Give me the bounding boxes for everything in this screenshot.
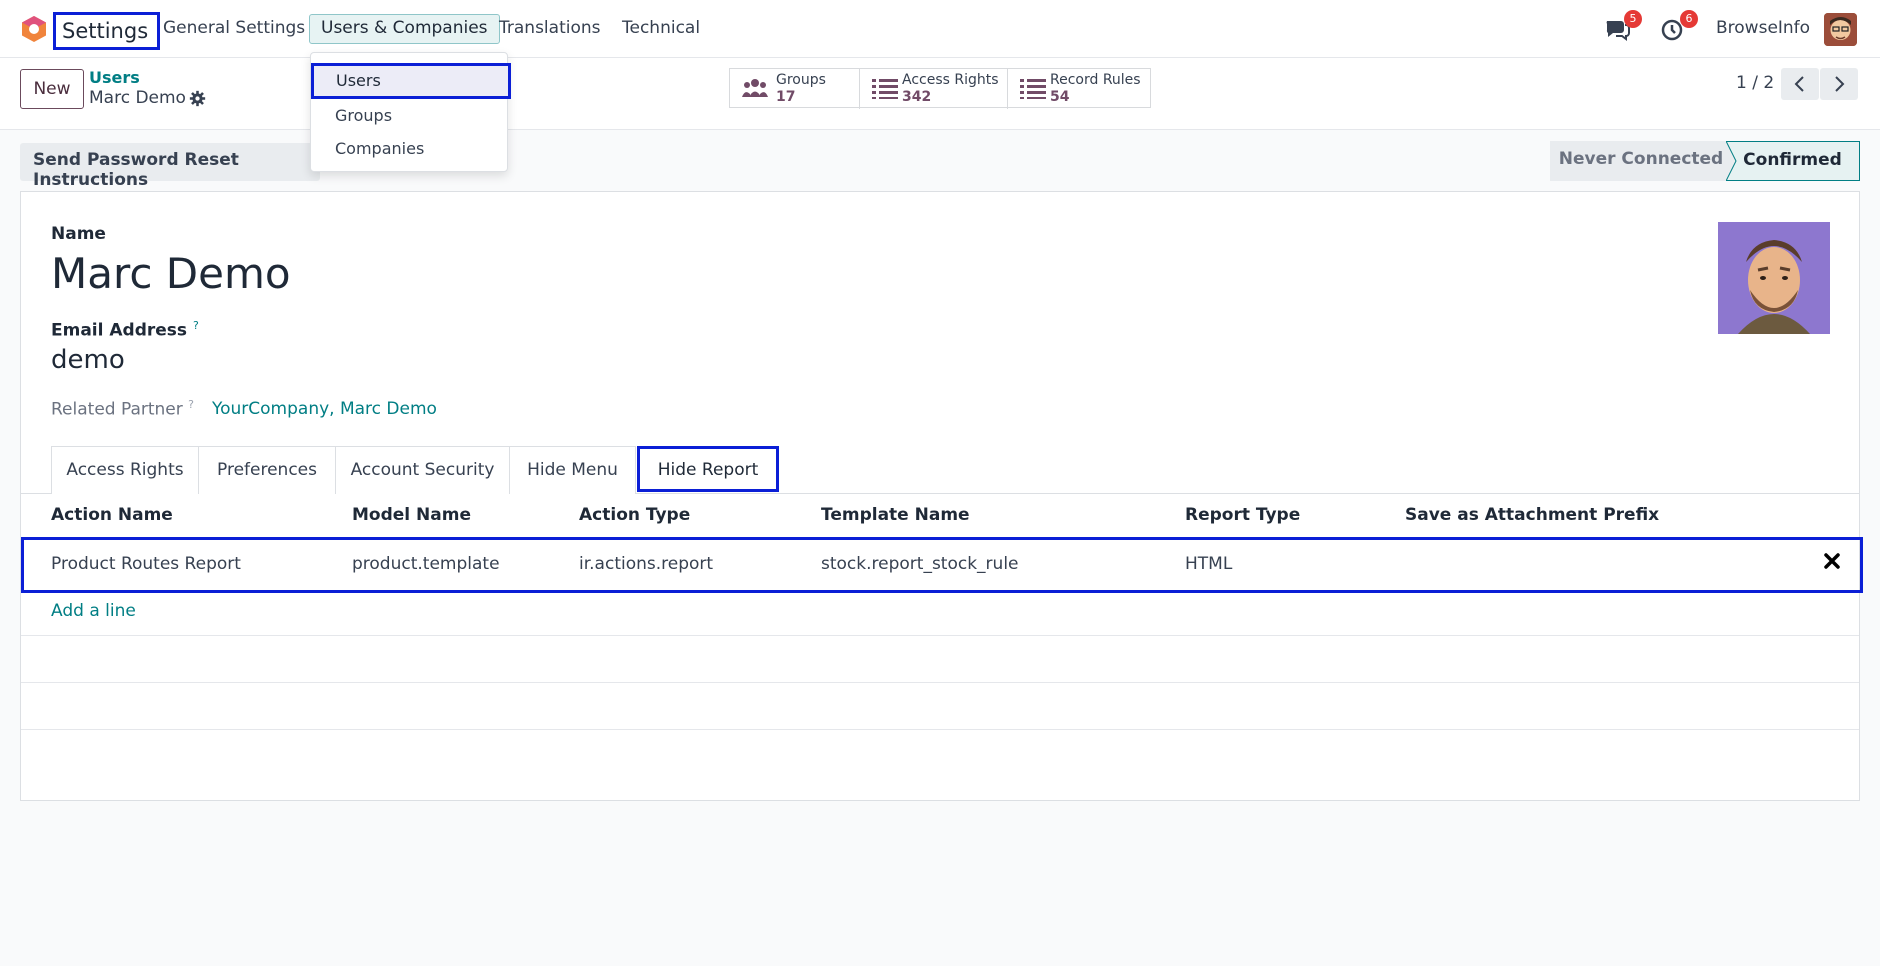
- help-icon[interactable]: ?: [188, 398, 194, 411]
- status-bar: Never Connected Confirmed: [1550, 141, 1860, 181]
- activities-badge: 6: [1680, 10, 1698, 28]
- column-header[interactable]: Save as Attachment Prefix: [1405, 505, 1659, 525]
- user-avatar-icon: [1824, 13, 1857, 46]
- smart-button-access-rights[interactable]: Access Rights 342: [860, 69, 1007, 109]
- pager-next-button[interactable]: [1820, 68, 1858, 100]
- tab-account-security[interactable]: Account Security: [336, 446, 510, 494]
- stage-confirmed[interactable]: Confirmed: [1726, 141, 1860, 181]
- menu-general-settings[interactable]: General Settings: [151, 14, 317, 44]
- users-companies-dropdown: Users Groups Companies: [310, 52, 511, 172]
- activities-button[interactable]: 6: [1660, 10, 1698, 42]
- smart-button-groups[interactable]: Groups 17: [730, 69, 859, 109]
- smart-button-label: Groups: [776, 72, 826, 88]
- smart-buttons: Groups 17 Access Rights 342 Record Rules…: [729, 68, 1152, 109]
- email-label-text: Email Address: [51, 320, 188, 341]
- user-photo-avatar-icon: [1718, 222, 1830, 334]
- chevron-left-icon: [1794, 76, 1804, 92]
- list-icon: [872, 79, 898, 99]
- company-switcher[interactable]: BrowseInfo: [1716, 18, 1810, 38]
- form-sheet: Name Marc Demo Email Address ? demo Rela…: [20, 191, 1863, 801]
- column-header[interactable]: Action Type: [579, 505, 690, 525]
- top-navbar: Settings General Settings Users & Compan…: [0, 0, 1880, 58]
- user-avatar[interactable]: [1824, 13, 1857, 46]
- table-cell[interactable]: stock.report_stock_rule: [821, 554, 1019, 574]
- smart-button-label: Access Rights: [902, 72, 999, 88]
- email-label: Email Address ?: [51, 319, 199, 341]
- help-icon[interactable]: ?: [193, 319, 199, 332]
- new-button[interactable]: New: [20, 69, 84, 109]
- dropdown-item-companies[interactable]: Companies: [311, 133, 507, 163]
- table-cell[interactable]: product.template: [352, 554, 500, 574]
- menu-translations[interactable]: Translations: [487, 14, 613, 44]
- tab-hide-report[interactable]: Hide Report: [637, 446, 779, 492]
- menu-technical[interactable]: Technical: [610, 14, 712, 44]
- dropdown-item-users[interactable]: Users: [311, 63, 511, 99]
- smart-button-value: 54: [1050, 89, 1070, 105]
- user-photo[interactable]: [1718, 222, 1830, 334]
- add-a-line-link[interactable]: Add a line: [51, 601, 136, 621]
- column-header[interactable]: Model Name: [352, 505, 471, 525]
- messages-button[interactable]: 5: [1604, 10, 1642, 42]
- breadcrumb-current: Marc Demo: [89, 88, 186, 108]
- menu-users-companies[interactable]: Users & Companies: [309, 14, 500, 44]
- smart-button-value: 17: [776, 89, 796, 105]
- stage-never-connected[interactable]: Never Connected: [1550, 141, 1732, 181]
- email-field[interactable]: demo: [51, 345, 125, 375]
- table-cell[interactable]: HTML: [1185, 554, 1232, 574]
- column-header[interactable]: Template Name: [821, 505, 970, 525]
- name-field[interactable]: Marc Demo: [51, 249, 291, 298]
- odoo-logo-icon[interactable]: [20, 15, 48, 43]
- name-label: Name: [51, 224, 106, 244]
- table-cell[interactable]: Product Routes Report: [51, 554, 241, 574]
- pager-value[interactable]: 1 / 2: [1736, 73, 1774, 93]
- table-cell[interactable]: ir.actions.report: [579, 554, 713, 574]
- related-partner-label: Related Partner ?: [51, 398, 194, 420]
- list-icon: [1020, 79, 1046, 99]
- dropdown-item-groups[interactable]: Groups: [311, 100, 507, 130]
- pager-previous-button[interactable]: [1781, 68, 1819, 100]
- table-row-divider: [21, 729, 1859, 730]
- tab-preferences[interactable]: Preferences: [199, 446, 336, 494]
- smart-button-record-rules[interactable]: Record Rules 54: [1008, 69, 1152, 109]
- smart-button-label: Record Rules: [1050, 72, 1141, 88]
- table-row-divider: [21, 635, 1859, 636]
- control-panel: New Users Marc Demo Groups 17 Access Rig…: [0, 58, 1880, 130]
- table-row-divider: [21, 682, 1859, 683]
- column-header[interactable]: Action Name: [51, 505, 173, 525]
- stage-arrow-icon: [1726, 141, 1737, 181]
- related-partner-link[interactable]: YourCompany, Marc Demo: [212, 399, 437, 419]
- smart-button-value: 342: [902, 89, 932, 105]
- messages-badge: 5: [1624, 10, 1642, 28]
- tab-access-rights[interactable]: Access Rights: [51, 446, 199, 494]
- gear-icon[interactable]: [189, 90, 206, 107]
- send-password-reset-button[interactable]: Send Password Reset Instructions: [20, 143, 320, 190]
- column-header[interactable]: Report Type: [1185, 505, 1300, 525]
- tab-hide-menu[interactable]: Hide Menu: [510, 446, 636, 494]
- users-icon: [742, 79, 768, 97]
- delete-row-icon[interactable]: [1823, 552, 1841, 570]
- chevron-right-icon: [1835, 76, 1845, 92]
- related-partner-label-text: Related Partner: [51, 399, 183, 420]
- app-name[interactable]: Settings: [53, 12, 160, 50]
- breadcrumb-users[interactable]: Users: [89, 68, 140, 87]
